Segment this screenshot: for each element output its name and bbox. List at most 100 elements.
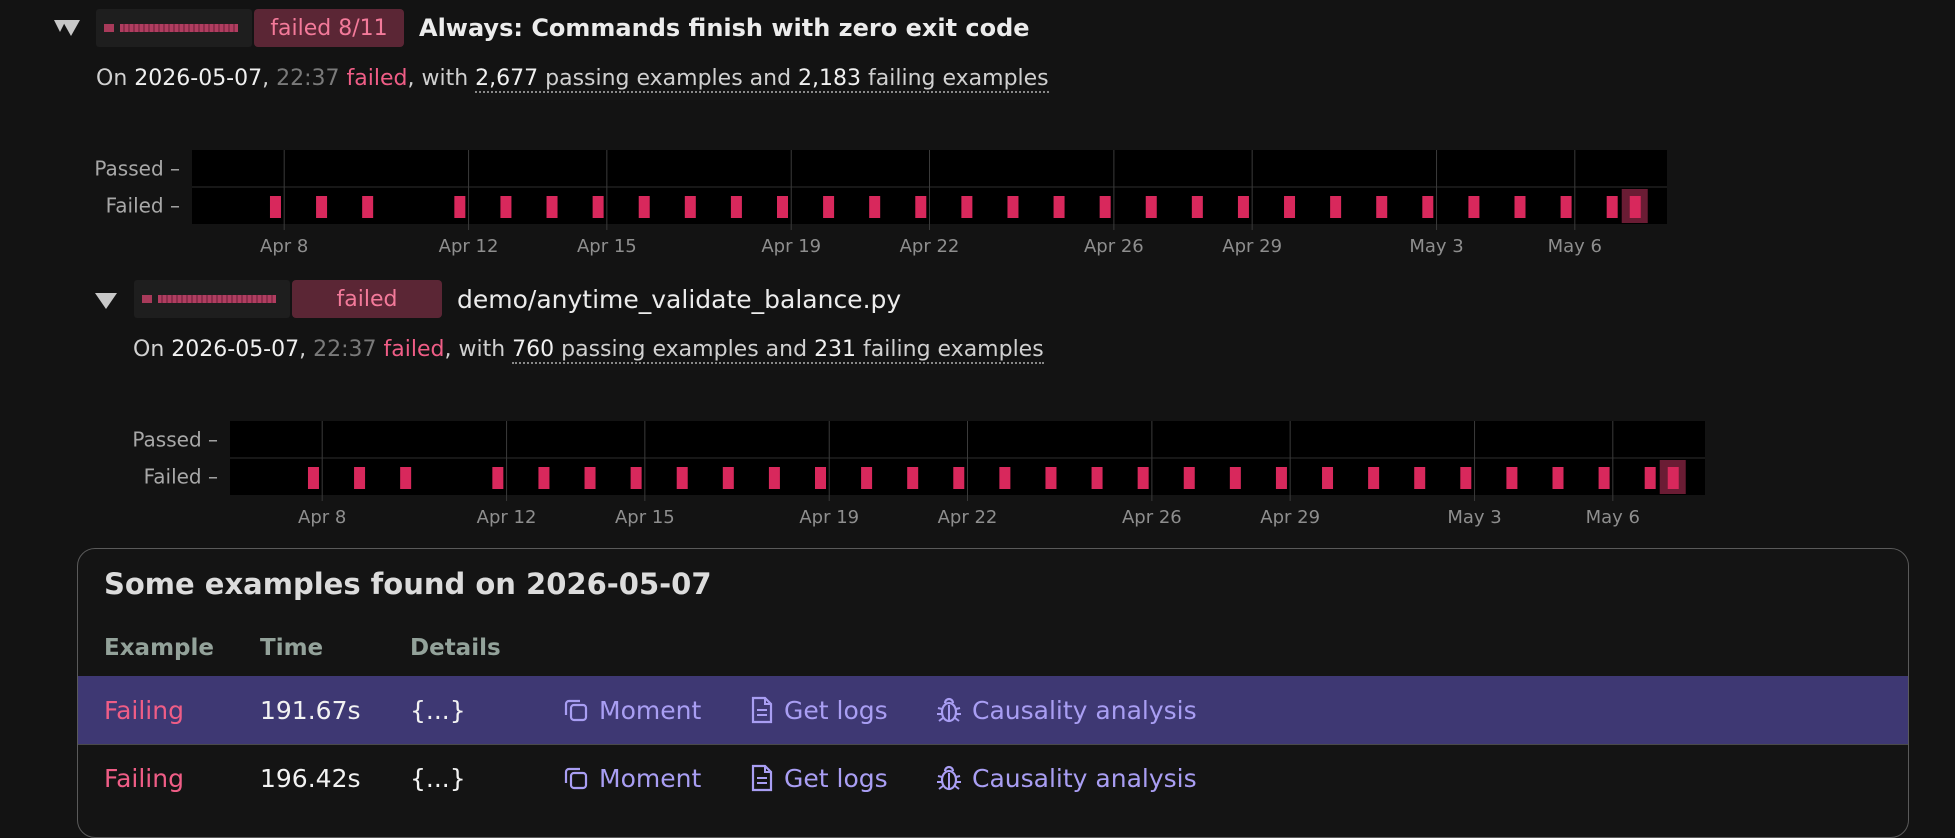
tick-label: Apr 15 xyxy=(577,236,637,257)
failed-mark xyxy=(400,467,412,489)
causality-analysis-button[interactable]: Causality analysis xyxy=(936,676,1197,744)
failed-mark xyxy=(538,467,550,489)
failed-mark xyxy=(354,467,366,489)
timeline-chart: Passed – Failed – Apr 8 Apr 12 Apr 15 Apr 19 A… xyxy=(132,421,1705,528)
failed-mark xyxy=(1560,196,1572,218)
collapse-all-toggle-icon[interactable] xyxy=(54,18,82,38)
failed-mark xyxy=(915,196,927,218)
failed-mark xyxy=(1598,467,1610,489)
get-logs-button[interactable]: Get logs xyxy=(750,676,888,744)
example-status: Failing xyxy=(104,763,184,793)
row-label-passed: Passed – xyxy=(132,428,218,452)
example-details[interactable]: {...} xyxy=(410,744,466,812)
example-time: 196.42s xyxy=(260,763,361,793)
table-row[interactable]: Failing 191.67s {...} Moment Get logs Ca… xyxy=(78,676,1908,744)
table-row[interactable]: Failing 196.42s {...} Moment Get logs Ca… xyxy=(78,744,1908,812)
failed-mark xyxy=(492,467,504,489)
failed-mark xyxy=(1183,467,1195,489)
tick-label: Apr 19 xyxy=(761,236,821,257)
failed-mark xyxy=(1644,467,1656,489)
failed-mark xyxy=(1237,196,1249,218)
property-title[interactable]: Always: Commands finish with zero exit c… xyxy=(419,14,1030,42)
causality-analysis-button[interactable]: Causality analysis xyxy=(936,744,1197,812)
failed-mark xyxy=(546,196,558,218)
examples-count-link[interactable]: 2,677 passing examples and 2,183 failing… xyxy=(475,66,1049,93)
selected-failed-mark xyxy=(1667,467,1679,489)
timeline-chart: Passed – Failed – Apr 8 Apr 12 Apr 15 Apr 19 A… xyxy=(94,150,1667,257)
example-status: Failing xyxy=(104,695,184,725)
get-logs-button[interactable]: Get logs xyxy=(750,744,888,812)
tick-label: Apr 15 xyxy=(615,507,675,528)
failed-mark xyxy=(815,467,826,489)
examples-title: Some examples found on 2026-05-07 xyxy=(104,567,712,601)
failed-mark xyxy=(584,467,596,489)
row-label-failed: Failed – xyxy=(106,194,180,218)
failed-mark xyxy=(907,467,919,489)
collapse-test-toggle-icon[interactable] xyxy=(95,292,117,310)
failed-mark xyxy=(684,196,696,218)
failed-mark xyxy=(269,196,281,218)
tick-label: Apr 22 xyxy=(900,236,960,257)
tick-label: Apr 8 xyxy=(298,507,346,528)
failed-mark xyxy=(1422,196,1434,218)
failed-mark xyxy=(1322,467,1334,489)
failed-mark xyxy=(362,196,374,218)
failed-mark xyxy=(768,467,780,489)
tick-label: Apr 26 xyxy=(1084,236,1144,257)
failed-mark xyxy=(500,196,512,218)
failed-mark xyxy=(861,467,873,489)
examples-panel: Some examples found on 2026-05-07 Exampl… xyxy=(77,548,1909,838)
failed-mark xyxy=(1053,196,1065,218)
failed-mark xyxy=(823,196,835,218)
status-badge: failed 8/11 xyxy=(254,9,404,47)
tick-label: Apr 29 xyxy=(1260,507,1320,528)
tick-label: May 6 xyxy=(1586,507,1640,528)
failed-mark xyxy=(307,467,319,489)
document-icon xyxy=(751,696,773,724)
bug-icon xyxy=(937,697,961,723)
failed-mark xyxy=(1275,467,1287,489)
tick-label: May 6 xyxy=(1548,236,1602,257)
failed-mark xyxy=(999,467,1011,489)
failed-mark xyxy=(1460,467,1472,489)
property-timeline: Passed – Failed – Apr 8 Apr 12 Apr 15 Apr 19 A… xyxy=(90,146,1670,261)
failed-mark xyxy=(1045,467,1057,489)
tick-label: Apr 22 xyxy=(938,507,998,528)
redacted-tag xyxy=(96,9,252,47)
moment-button[interactable]: Moment xyxy=(563,676,701,744)
summary-status: failed xyxy=(383,337,445,362)
tick-label: Apr 26 xyxy=(1122,507,1182,528)
selected-failed-mark xyxy=(1629,196,1641,218)
failed-mark xyxy=(961,196,973,218)
document-icon xyxy=(751,764,773,792)
failed-mark xyxy=(592,196,604,218)
moment-button[interactable]: Moment xyxy=(563,744,701,812)
tick-label: Apr 29 xyxy=(1222,236,1282,257)
header-details: Details xyxy=(410,635,501,661)
tick-label: May 3 xyxy=(1447,507,1501,528)
failed-mark xyxy=(1414,467,1426,489)
failed-mark xyxy=(1007,196,1019,218)
failed-mark xyxy=(1137,467,1149,489)
failed-mark xyxy=(454,196,466,218)
tick-label: May 3 xyxy=(1409,236,1463,257)
failed-mark xyxy=(676,467,688,489)
failed-mark xyxy=(1552,467,1564,489)
failed-mark xyxy=(1284,196,1296,218)
failed-mark xyxy=(1091,467,1103,489)
failed-mark xyxy=(777,196,788,218)
failed-mark xyxy=(869,196,881,218)
row-divider xyxy=(78,744,1908,745)
failed-mark xyxy=(1191,196,1203,218)
failed-mark xyxy=(1145,196,1157,218)
header-time: Time xyxy=(260,635,324,661)
failed-mark xyxy=(722,467,734,489)
example-details[interactable]: {...} xyxy=(410,676,466,744)
test-title[interactable]: demo/anytime_validate_balance.py xyxy=(457,285,901,314)
property-summary: On 2026-05-07, 22:37 failed, with 2,677 … xyxy=(96,66,1049,93)
failed-mark xyxy=(953,467,965,489)
redacted-tag xyxy=(134,280,290,318)
examples-count-link[interactable]: 760 passing examples and 231 failing exa… xyxy=(512,337,1044,364)
header-example: Example xyxy=(104,635,214,661)
failed-mark xyxy=(1229,467,1241,489)
